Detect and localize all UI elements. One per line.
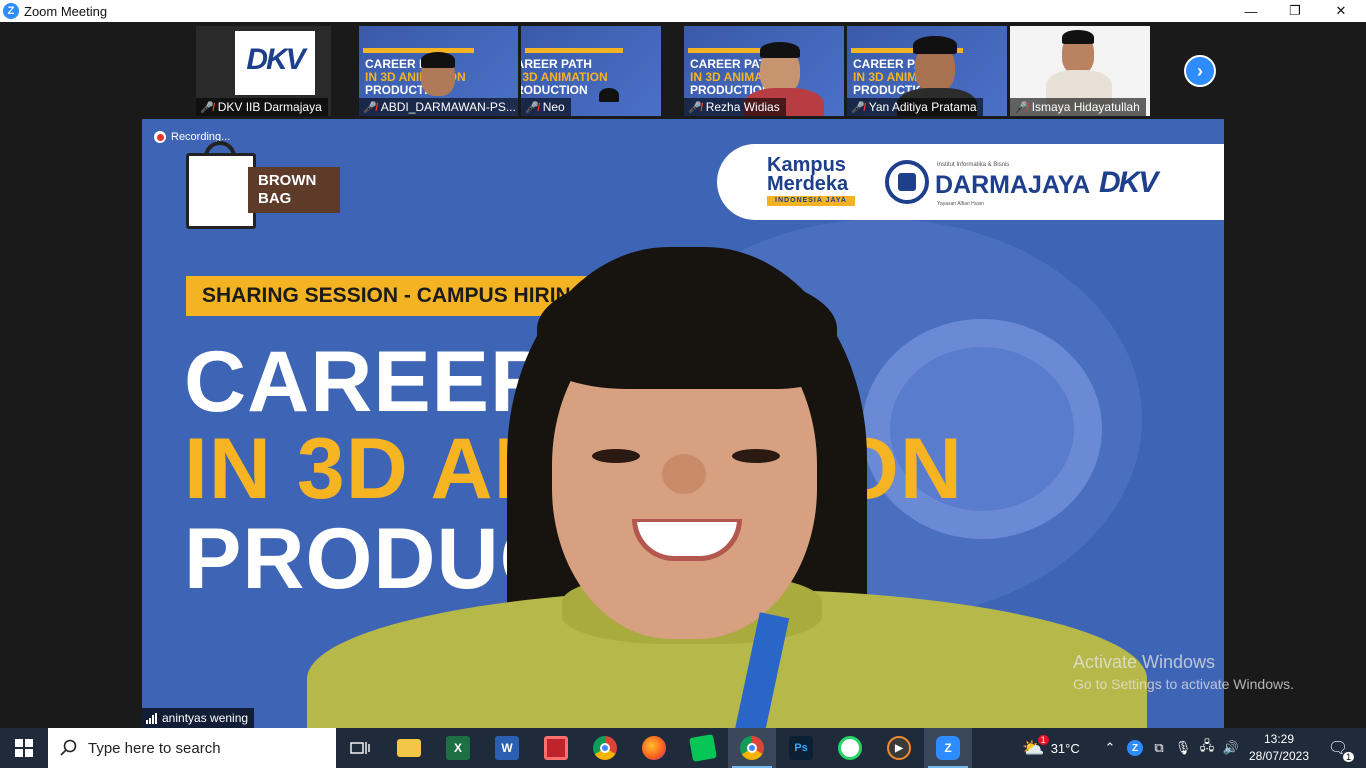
firefox-icon[interactable] <box>630 728 678 768</box>
participant-name-label: 🎤̸ Yan Aditiya Pratama <box>847 98 983 116</box>
taskbar-clock[interactable]: 13:29 28/07/2023 <box>1246 731 1312 765</box>
participant-name: Rezha Widias <box>705 100 780 114</box>
whatsapp-icon[interactable] <box>826 728 874 768</box>
taskbar-search-box[interactable]: Type here to search <box>48 728 336 768</box>
microphone-icon[interactable]: 🎙 <box>1172 728 1194 768</box>
darmajaya-seal-icon <box>885 160 929 204</box>
zoom-taskbar-icon[interactable]: Z <box>924 728 972 768</box>
participant-name-label: 🎤̸ DKV IIB Darmajaya <box>196 98 328 116</box>
windows-taskbar: Type here to search X W Ps ▶ Z ⛅ 1 31°C ⌃… <box>0 728 1366 768</box>
mic-muted-icon: 🎤̸ <box>1014 101 1028 114</box>
weather-temperature: 31°C <box>1050 740 1080 756</box>
participant-tile-rezha[interactable]: CAREER PATH IN 3D ANIMATION PRODUCTION 🎤… <box>684 26 844 116</box>
darmajaya-logo-text: DARMAJAYA <box>935 171 1091 199</box>
task-view-icon[interactable] <box>336 728 384 768</box>
notification-center-icon[interactable]: 🗨 1 <box>1318 728 1358 768</box>
connection-signal-icon <box>146 712 157 724</box>
slide-title-line3: PRODUC <box>184 511 563 607</box>
window-titlebar: Z Zoom Meeting — ❐ ✕ <box>0 0 1366 22</box>
weather-cloud-icon: ⛅ 1 <box>1022 734 1049 759</box>
excel-icon[interactable]: X <box>434 728 482 768</box>
start-button[interactable] <box>0 728 48 768</box>
kampus-merdeka-logo: Kampus Merdeka INDONESIA JAYA <box>767 155 855 206</box>
participant-strip: DKV 🎤̸ DKV IIB Darmajaya CAREER PATH IN … <box>0 22 1366 119</box>
slide-title-line1: CAREER <box>184 334 554 430</box>
participant-name: DKV IIB Darmajaya <box>217 100 322 114</box>
mic-muted-icon: 🎤̸ <box>363 101 377 114</box>
slide-title-line2: IN 3D AN <box>184 421 557 517</box>
search-icon <box>60 739 77 756</box>
participant-name: Yan Aditiya Pratama <box>868 100 977 114</box>
zoom-app-icon: Z <box>3 3 19 19</box>
participant-tile-yan[interactable]: CAREER PATH IN 3D ANIMATION PRODUCTION 🎤… <box>847 26 1007 116</box>
participant-name: ABDI_DARMAWAN-PS... <box>380 100 516 114</box>
minimize-button[interactable]: — <box>1228 0 1274 22</box>
search-placeholder: Type here to search <box>88 739 221 757</box>
zoom-tray-icon[interactable]: Z <box>1124 728 1146 768</box>
dkv-logo-image: DKV <box>235 31 315 95</box>
window-title: Zoom Meeting <box>24 3 108 19</box>
meet-now-icon[interactable]: ⧉ <box>1148 728 1170 768</box>
next-page-chevron-icon[interactable]: › <box>1184 55 1216 87</box>
file-explorer-icon[interactable] <box>385 728 433 768</box>
line-app-icon[interactable] <box>679 728 727 768</box>
participant-name: Neo <box>542 100 565 114</box>
chrome-profile-icon[interactable] <box>728 728 776 768</box>
participant-name-label: 🎤̸ Rezha Widias <box>684 98 786 116</box>
speaker-name-label: anintyas wening <box>142 708 255 728</box>
sponsor-logos-bar: Kampus Merdeka INDONESIA JAYA Institut I… <box>717 144 1224 220</box>
restore-button[interactable]: ❐ <box>1272 0 1318 22</box>
recording-dot-icon <box>154 131 166 143</box>
active-speaker-video: Recording... BROWN BAG Kampus Merdeka IN… <box>142 119 1224 728</box>
participant-name-label: 🎤̸ ABDI_DARMAWAN-PS... <box>359 98 518 116</box>
weather-widget[interactable]: ⛅ 1 31°C <box>1016 728 1086 768</box>
mic-muted-icon: 🎤̸ <box>851 101 865 114</box>
clock-date: 28/07/2023 <box>1248 749 1310 763</box>
mic-muted-icon: 🎤̸ <box>525 101 539 114</box>
close-button[interactable]: ✕ <box>1318 0 1364 22</box>
dkv-logo: DKV <box>1099 166 1158 199</box>
participant-name: Ismaya Hidayatullah <box>1031 100 1140 114</box>
participant-name-label: 🎤̸ Neo <box>521 98 571 116</box>
windows-logo-icon <box>15 739 33 757</box>
dkv-logo-text: DKV <box>246 43 305 76</box>
speaker-name: anintyas wening <box>162 711 249 725</box>
snipping-tool-icon[interactable] <box>532 728 580 768</box>
participant-tile-dkv[interactable]: DKV 🎤̸ DKV IIB Darmajaya <box>196 26 331 116</box>
weather-badge: 1 <box>1037 734 1049 745</box>
media-player-icon[interactable]: ▶ <box>875 728 923 768</box>
participant-tile-neo[interactable]: CAREER PATH IN 3D ANIMATION PRODUCTION 🎤… <box>521 26 661 116</box>
chrome-icon[interactable] <box>581 728 629 768</box>
speaker-volume-icon[interactable]: 🔊 <box>1220 728 1242 768</box>
participant-tile-abdi[interactable]: CAREER PATH IN 3D ANIMATION PRODUCTION 🎤… <box>359 26 518 116</box>
show-hidden-icons-chevron-up-icon[interactable]: ⌃ <box>1100 728 1120 768</box>
participant-name-label: 🎤̸ Ismaya Hidayatullah <box>1010 98 1146 116</box>
word-icon[interactable]: W <box>483 728 531 768</box>
notification-count: 1 <box>1343 752 1355 762</box>
mic-muted-icon: 🎤̸ <box>200 101 214 114</box>
activate-windows-watermark: Activate Windows Go to Settings to activ… <box>1073 652 1294 692</box>
mic-muted-icon: 🎤̸ <box>688 101 702 114</box>
clock-time: 13:29 <box>1263 732 1295 746</box>
participant-tile-ismaya[interactable]: 🎤̸ Ismaya Hidayatullah <box>1010 26 1150 116</box>
network-icon[interactable]: 🖧 <box>1196 728 1218 768</box>
photoshop-icon[interactable]: Ps <box>777 728 825 768</box>
